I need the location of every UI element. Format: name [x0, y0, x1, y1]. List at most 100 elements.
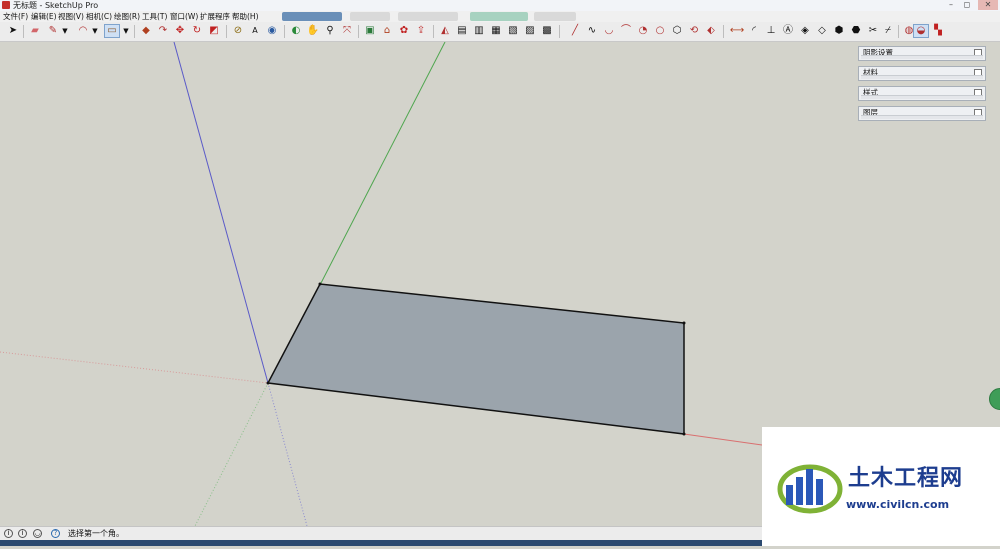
toolbar-separator [559, 25, 560, 38]
red-axis-negative [0, 351, 269, 384]
scale-icon[interactable]: ◩ [207, 24, 221, 38]
credits-icon[interactable]: i [18, 529, 27, 538]
menu-window[interactable]: 窗口(W) [170, 11, 198, 22]
background-tab[interactable] [282, 12, 342, 21]
menu-help[interactable]: 帮助(H) [232, 11, 259, 22]
rectangle-vertex[interactable] [682, 432, 686, 436]
sandbox-flip-icon[interactable]: ▧ [506, 24, 520, 38]
rectangle-vertex[interactable] [682, 321, 686, 325]
warehouse-icon[interactable]: ⌂ [380, 24, 394, 38]
menu-file[interactable]: 文件(F) [3, 11, 28, 22]
select-arrow-icon[interactable]: ➤ [6, 24, 20, 38]
menu-camera[interactable]: 相机(C) [86, 11, 112, 22]
minimize-icon[interactable]: – [944, 0, 958, 10]
tray-shadows[interactable]: 阴影设置 [858, 46, 986, 61]
extension-warehouse-icon[interactable]: ✿ [397, 24, 411, 38]
arc-3pt-icon[interactable]: ⌒ [619, 24, 633, 38]
3d-text-icon[interactable]: Ⓐ [781, 24, 795, 38]
polygon-icon[interactable]: ⬡ [670, 24, 684, 38]
move-icon[interactable]: ✥ [173, 24, 187, 38]
background-tab[interactable] [534, 12, 576, 21]
tape-measure-icon[interactable]: ⊘ [231, 24, 245, 38]
pencil-line-icon[interactable]: ✎ [46, 24, 60, 38]
blue-axis-negative [267, 382, 308, 527]
sandbox-contour-icon[interactable]: ▨ [523, 24, 537, 38]
solid-split-icon[interactable]: ⌿ [881, 24, 895, 38]
help-instructor-icon[interactable]: ? [51, 529, 60, 538]
menu-edit[interactable]: 编辑(E) [31, 11, 57, 22]
background-tab[interactable] [398, 12, 458, 21]
logo-bar [806, 469, 813, 505]
red-axis [683, 433, 763, 446]
solid-outer-shell-icon[interactable]: ◈ [798, 24, 812, 38]
tray-divider [861, 95, 983, 99]
follow-me-icon[interactable]: ↷ [156, 24, 170, 38]
sandbox-smoove-icon[interactable]: ◭ [438, 24, 452, 38]
logo-bar [816, 479, 823, 505]
sandbox-stamp-icon[interactable]: ▤ [455, 24, 469, 38]
paint-bucket-icon[interactable]: ◉ [265, 24, 279, 38]
offset-icon[interactable]: ⟲ [687, 24, 701, 38]
rectangle-icon[interactable]: ▭ [104, 24, 120, 38]
sketchup-app-icon [2, 1, 10, 9]
sandbox-detail-icon[interactable]: ▦ [489, 24, 503, 38]
circle-icon[interactable]: ○ [653, 24, 667, 38]
solid-union-icon[interactable]: ⬢ [832, 24, 846, 38]
menu-tools[interactable]: 工具(T) [142, 11, 167, 22]
zoom-extents-icon[interactable]: ⤧ [340, 24, 354, 38]
toolbar-separator [134, 25, 135, 38]
rectangle-face[interactable] [266, 283, 685, 435]
dropdown-arrow-icon[interactable]: ▼ [121, 24, 131, 38]
line-icon[interactable]: ╱ [568, 24, 582, 38]
arc-2pt-icon[interactable]: ◡ [602, 24, 616, 38]
solid-trim-icon[interactable]: ✂ [866, 24, 880, 38]
menu-extensions[interactable]: 扩展程序 [200, 11, 230, 22]
rotate-icon[interactable]: ↻ [190, 24, 204, 38]
tray-divider [861, 75, 983, 79]
tray-materials[interactable]: 材料 [858, 66, 986, 81]
freehand-icon[interactable]: ∿ [585, 24, 599, 38]
send-to-layout-icon[interactable]: ⇪ [414, 24, 428, 38]
axes-icon[interactable]: ⊥ [764, 24, 778, 38]
eraser-icon[interactable]: ▰ [28, 24, 42, 38]
toolbar-separator [284, 25, 285, 38]
zoom-icon[interactable]: ⚲ [323, 24, 337, 38]
tray-styles[interactable]: 样式 [858, 86, 986, 101]
toolbar-separator [723, 25, 724, 38]
axes-origin [266, 381, 270, 385]
solid-intersect-icon[interactable]: ◇ [815, 24, 829, 38]
sandbox-drape-icon[interactable]: ▥ [472, 24, 486, 38]
background-tab[interactable] [470, 12, 528, 21]
toolbar-separator [898, 25, 899, 38]
text-label-icon[interactable]: A [248, 24, 262, 38]
solid-subtract-icon[interactable]: ⬣ [849, 24, 863, 38]
style-hidden-line-icon[interactable]: ▚ [931, 24, 945, 38]
green-axis [319, 41, 446, 286]
status-message: 选择第一个角。 [68, 529, 124, 538]
protractor-icon[interactable]: ◜ [747, 24, 761, 38]
component-icon[interactable]: ▣ [363, 24, 377, 38]
maximize-icon[interactable]: ◻ [960, 0, 974, 10]
section-plane-icon[interactable]: ⬖ [704, 24, 718, 38]
dropdown-arrow-icon[interactable]: ▼ [91, 24, 99, 38]
dropdown-arrow-icon[interactable]: ▼ [61, 24, 69, 38]
style-shaded-icon[interactable]: ◒ [913, 24, 929, 38]
menu-draw[interactable]: 绘图(R) [114, 11, 140, 22]
pan-icon[interactable]: ✋ [306, 24, 320, 38]
dimension-icon[interactable]: ⟷ [730, 24, 744, 38]
sandbox-grid-icon[interactable]: ▩ [540, 24, 554, 38]
close-icon[interactable]: ✕ [978, 0, 998, 10]
arc-icon[interactable]: ◠ [76, 24, 90, 38]
background-tab[interactable] [350, 12, 390, 21]
toolbar: ➤ ▰ ✎ ▼ ◠ ▼ ▭ ▼ ◆ ↷ ✥ ↻ ◩ ⊘ A ◉ ◐ ✋ ⚲ ⤧ … [0, 22, 1000, 42]
pie-icon[interactable]: ◔ [636, 24, 650, 38]
rectangle-vertex[interactable] [318, 282, 322, 286]
logo-bar [796, 477, 803, 505]
geo-location-icon[interactable]: i [4, 529, 13, 538]
menu-view[interactable]: 视图(V) [58, 11, 84, 22]
orbit-icon[interactable]: ◐ [289, 24, 303, 38]
push-pull-icon[interactable]: ◆ [139, 24, 153, 38]
tray-layers[interactable]: 图层 [858, 106, 986, 121]
user-account-icon[interactable]: ◡ [33, 529, 42, 538]
watermark-brand: 土木工程网 [848, 466, 964, 491]
